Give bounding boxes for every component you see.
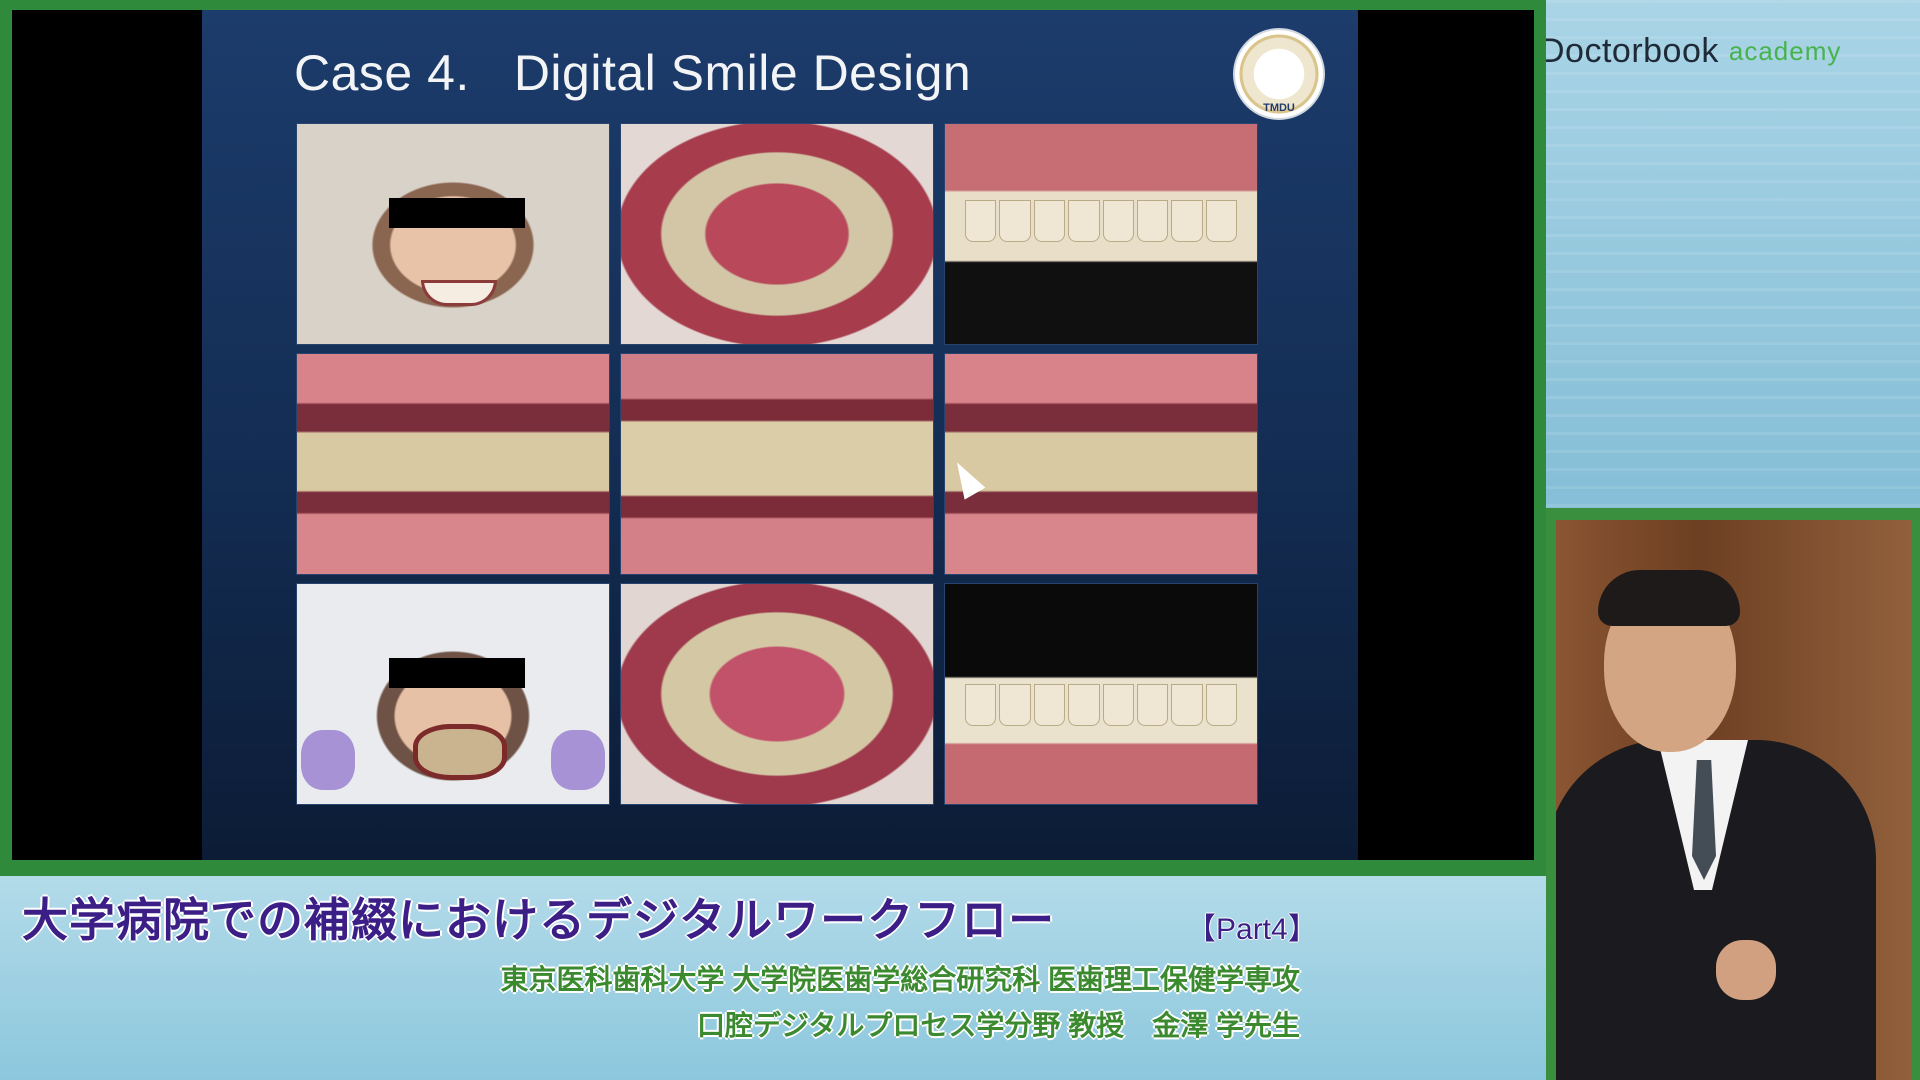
presentation-slide: Case 4. Digital Smile Design TMDU <box>202 10 1358 860</box>
slide-title: Case 4. Digital Smile Design <box>294 44 971 102</box>
speaker-affiliation: 東京医科歯科大学 大学院医歯学総合研究科 医歯理工保健学専攻 <box>500 964 1300 995</box>
slide-frame: Case 4. Digital Smile Design TMDU <box>0 0 1546 868</box>
glove-left <box>301 730 355 790</box>
slide-case-label: Case 4. <box>294 45 470 101</box>
presenter-hair <box>1598 570 1740 626</box>
smile-mouth <box>421 280 497 306</box>
presenter-video <box>1556 520 1912 1080</box>
privacy-bar <box>389 658 525 688</box>
lower-third-bar: 大学病院での補綴におけるデジタルワークフロー 【Part4】 東京医科歯科大学 … <box>0 868 1546 1080</box>
photo-mandibular-occlusal <box>620 583 934 805</box>
logo-sub-text: academy <box>1728 35 1842 66</box>
photo-frontal-occlusion <box>620 353 934 575</box>
photo-right-lateral <box>296 353 610 575</box>
speaker-name: 金澤 学先生 <box>1152 1010 1300 1041</box>
privacy-bar <box>389 198 525 228</box>
slide-title-text: Digital Smile Design <box>513 45 972 101</box>
photo-grid <box>296 123 1258 805</box>
photo-upper-anterior <box>944 123 1258 345</box>
photo-maxillary-occlusal <box>620 123 934 345</box>
photo-lower-anterior <box>944 583 1258 805</box>
presenter-video-frame <box>1546 508 1920 1080</box>
speaker-info: 口腔デジタルプロセス学分野 教授 金澤 学先生 <box>697 1004 1300 1044</box>
photo-left-lateral <box>944 353 1258 575</box>
photo-face-retractor <box>296 583 610 805</box>
teeth-row <box>965 200 1237 242</box>
teeth-row <box>965 684 1237 726</box>
lecture-title: 大学病院での補綴におけるデジタルワークフロー <box>22 894 1056 946</box>
speaker-department: 口腔デジタルプロセス学分野 教授 <box>696 1010 1125 1041</box>
photo-face-smile <box>296 123 610 345</box>
emblem-text: TMDU <box>1263 102 1295 114</box>
video-screen: Doctorbook academy Case 4. Digital Smile … <box>0 0 1920 1080</box>
presenter-hand <box>1716 940 1776 1000</box>
logo-main-text: Doctorbook <box>1540 31 1719 70</box>
university-emblem-icon: TMDU <box>1233 28 1325 120</box>
glove-right <box>551 730 605 790</box>
lecture-part-label: 【Part4】 <box>1186 913 1318 946</box>
retracted-mouth <box>413 724 507 780</box>
slide-viewport: Case 4. Digital Smile Design TMDU <box>12 10 1534 860</box>
